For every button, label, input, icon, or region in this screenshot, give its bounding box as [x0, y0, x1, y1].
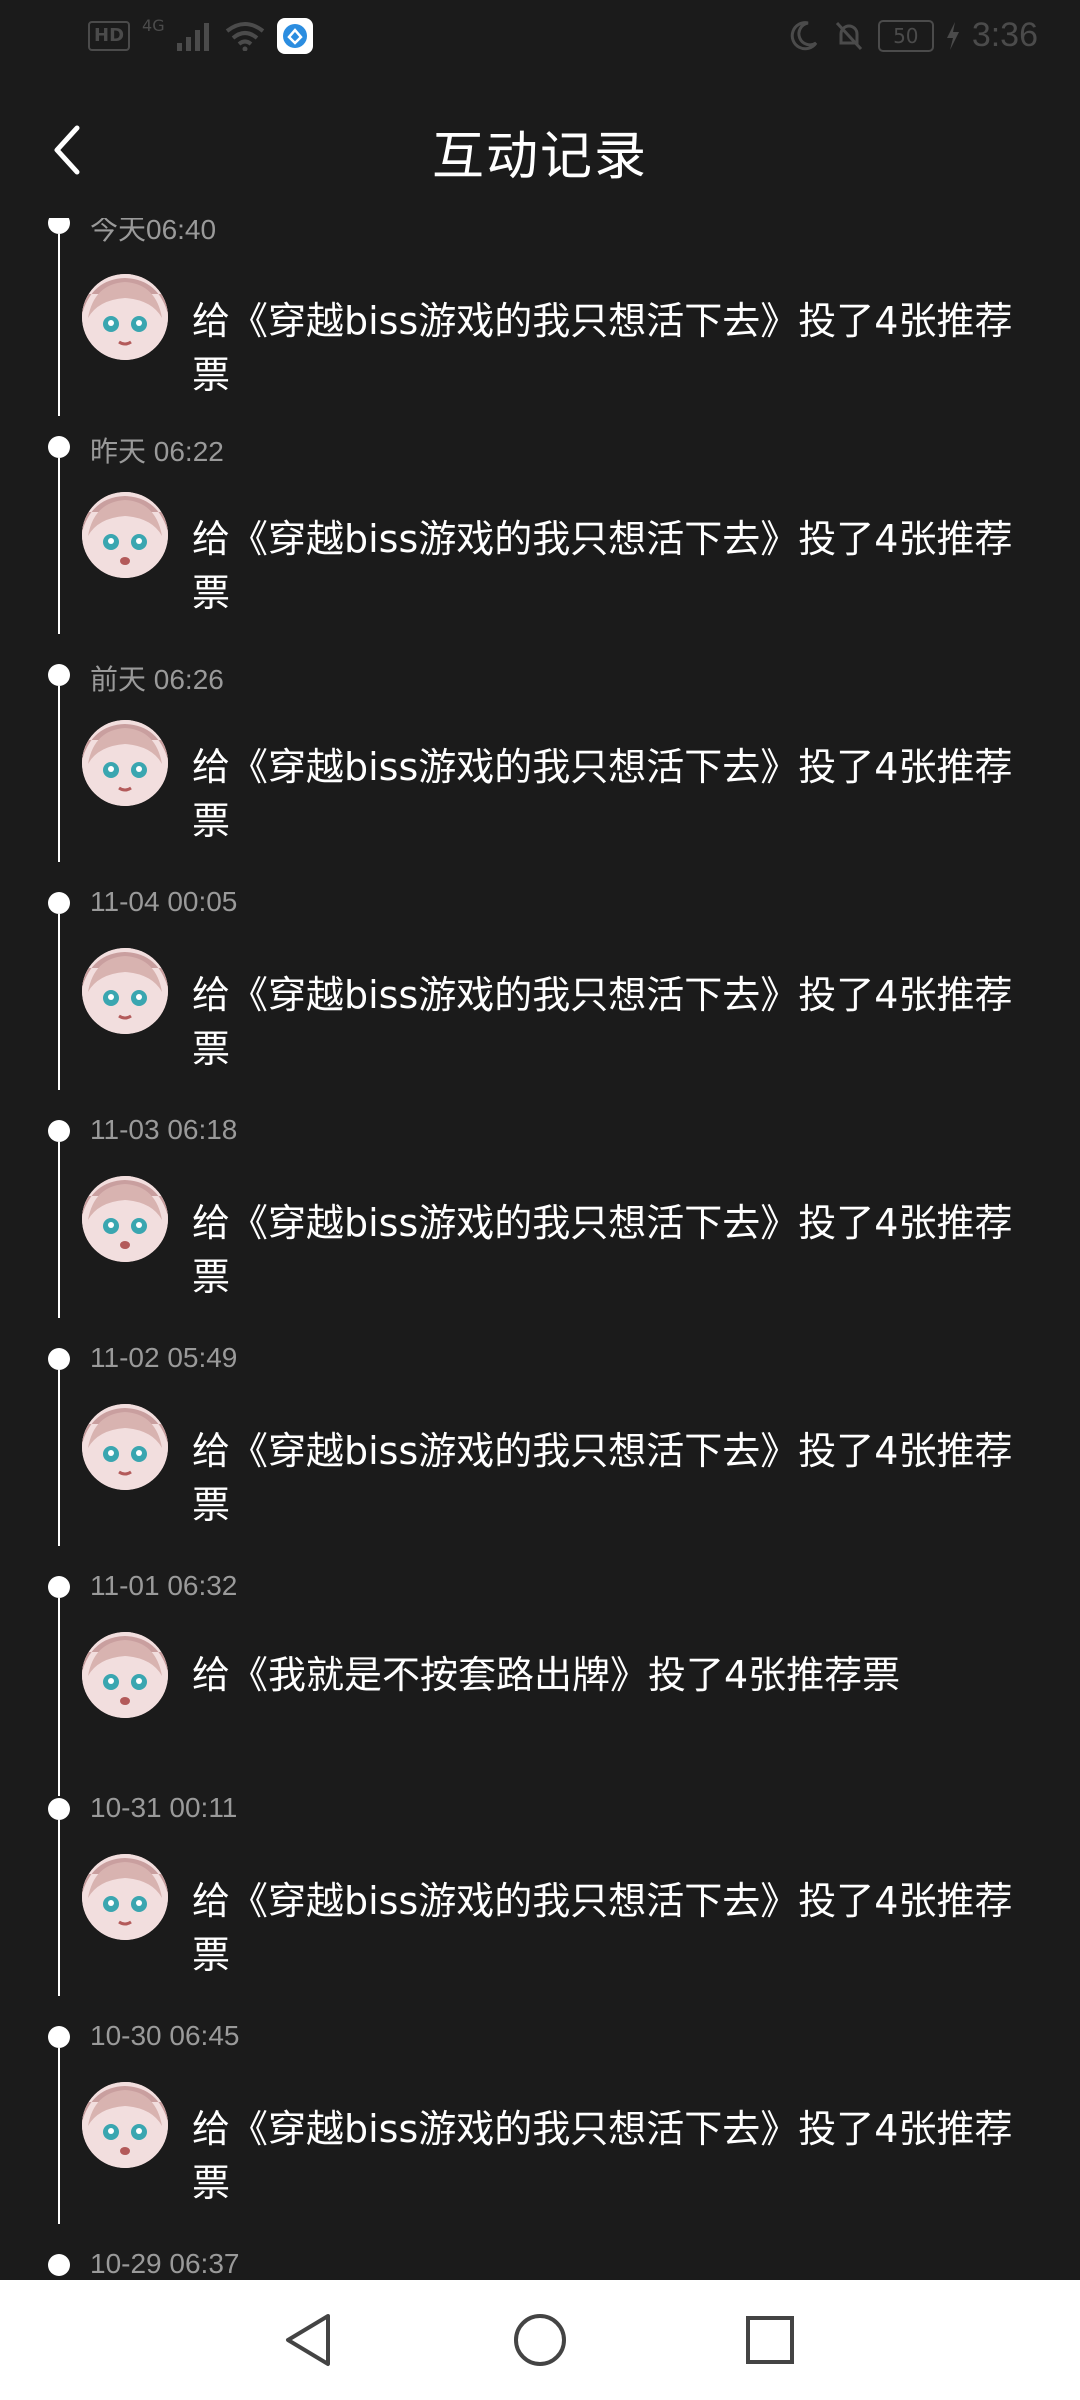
- avatar[interactable]: [82, 492, 168, 578]
- timeline-dot: [48, 436, 70, 458]
- page-title: 互动记录: [431, 127, 648, 187]
- timeline-line: [58, 2048, 60, 2224]
- avatar[interactable]: [82, 2082, 168, 2168]
- system-nav-bar: [0, 2280, 1080, 2400]
- timeline-dot: [48, 1576, 70, 1598]
- square-recents-icon: [746, 2316, 794, 2364]
- record-time: 10-31 00:11: [90, 1792, 238, 1823]
- record-time: 11-03 06:18: [90, 1114, 238, 1145]
- avatar[interactable]: [82, 1632, 168, 1718]
- timeline-dot: [48, 1798, 70, 1820]
- record-text: 给《穿越biss游戏的我只想活下去》投了4张推荐票: [192, 2107, 1013, 2205]
- avatar[interactable]: [82, 1404, 168, 1490]
- timeline-dot: [48, 1120, 70, 1142]
- timeline-line: [58, 686, 60, 862]
- record-time: 10-30 06:45: [90, 2020, 240, 2051]
- record-time: 前天 06:26: [90, 664, 224, 695]
- record-time: 今天06:40: [90, 218, 217, 245]
- avatar[interactable]: [82, 720, 168, 806]
- record-text: 给《穿越biss游戏的我只想活下去》投了4张推荐票: [192, 1429, 1013, 1527]
- avatar[interactable]: [82, 1176, 168, 1262]
- app-header: 互动记录: [0, 78, 1080, 218]
- circle-home-icon: [514, 2314, 566, 2366]
- record-text: 给《穿越biss游戏的我只想活下去》投了4张推荐票: [192, 517, 1013, 615]
- record-text: 给《穿越biss游戏的我只想活下去》投了4张推荐票: [192, 1201, 1013, 1299]
- hd-icon: HD: [88, 21, 131, 51]
- record-time: 11-04 00:05: [90, 886, 238, 917]
- timeline-dot: [48, 2026, 70, 2048]
- avatar[interactable]: [82, 274, 168, 360]
- record-text: 给《穿越biss游戏的我只想活下去》投了4张推荐票: [192, 973, 1013, 1071]
- status-right: 50 3:36: [786, 16, 1038, 55]
- nav-home-button[interactable]: [508, 2308, 572, 2372]
- nav-recents-button[interactable]: [738, 2308, 802, 2372]
- triangle-back-icon: [286, 2314, 330, 2366]
- record-time: 11-02 05:49: [90, 1342, 238, 1373]
- timeline-dot: [48, 2254, 70, 2276]
- moon-icon: [790, 20, 818, 50]
- record-text: 给《穿越biss游戏的我只想活下去》投了4张推荐票: [192, 299, 1013, 397]
- charging-icon: [946, 21, 959, 50]
- battery-icon: 50: [877, 19, 934, 52]
- timeline-dot: [48, 1348, 70, 1370]
- timeline-line: [58, 1820, 60, 1996]
- bell-muted-icon: [835, 21, 862, 50]
- status-time: 3:36: [971, 16, 1038, 54]
- wifi-icon: [225, 22, 264, 51]
- timeline-line: [58, 1370, 60, 1546]
- timeline-line: [58, 914, 60, 1090]
- record-text: 给《穿越biss游戏的我只想活下去》投了4张推荐票: [192, 745, 1013, 843]
- record-text: 给《穿越biss游戏的我只想活下去》投了4张推荐票: [192, 1879, 1013, 1977]
- record-time: 昨天 06:22: [90, 436, 224, 467]
- status-left: HD 4G: [88, 18, 313, 54]
- status-bar: HD 4G 50 3:36: [0, 0, 1080, 78]
- timeline-line: [58, 458, 60, 634]
- nav-back-button[interactable]: [276, 2308, 340, 2372]
- app-notification-icon: [276, 18, 313, 54]
- timeline-dot: [48, 892, 70, 914]
- battery-level: 50: [893, 23, 919, 48]
- avatar[interactable]: [82, 1854, 168, 1940]
- record-time: 10-29 06:37: [90, 2248, 240, 2279]
- record-text: 给《我就是不按套路出牌》投了4张推荐票: [192, 1653, 901, 1697]
- interaction-record-list[interactable]: 今天06:40 给《穿越biss游戏的我只想活下去》投了4张推荐票 昨天 06:…: [0, 218, 1080, 2280]
- avatar[interactable]: [82, 948, 168, 1034]
- timeline-dot: [48, 664, 70, 686]
- network-label: 4G: [142, 16, 165, 35]
- record-time: 11-01 06:32: [90, 1570, 238, 1601]
- signal-icon: [176, 23, 209, 51]
- timeline-line: [58, 1598, 60, 1796]
- timeline-line: [58, 1142, 60, 1318]
- timeline-line: [58, 234, 60, 416]
- timeline-dot: [48, 218, 70, 234]
